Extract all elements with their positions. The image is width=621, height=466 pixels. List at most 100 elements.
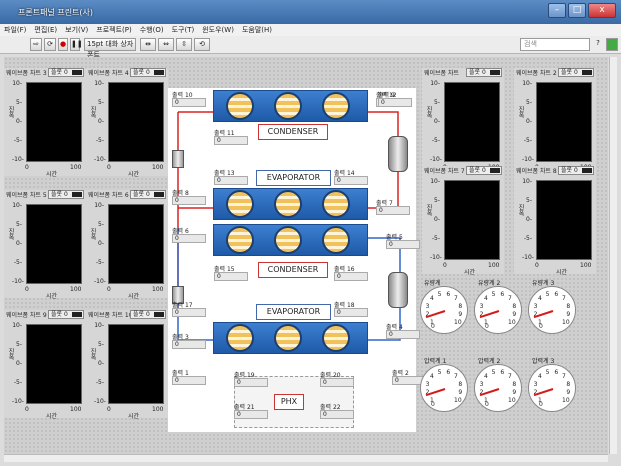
chart-legend[interactable]: 플롯 0	[558, 68, 594, 77]
gauge-tick: 8	[566, 302, 571, 310]
resize-icon[interactable]: ⇳	[176, 38, 192, 51]
chart-title: 웨이브폼 차트 10	[88, 312, 133, 319]
chart-plot-area[interactable]	[108, 82, 164, 162]
window-title: 프론트패널 프린트(사)	[18, 8, 94, 17]
menu-bar: 파일(F) 편집(E) 보기(V) 프로젝트(P) 수행(O) 도구(T) 윈도우(W) 도움…	[0, 24, 621, 36]
font-select[interactable]: 15pt 대화 상자 폰트	[84, 38, 136, 59]
legend-label: 플롯 0	[51, 311, 68, 318]
chart-plot-area[interactable]	[108, 204, 164, 284]
waveform-chart[interactable]: 웨이브폼 차트플롯 0진폭10-5-0--5--10-0100시간	[422, 68, 504, 178]
waveform-chart[interactable]: 웨이브폼 차트 5 플롯 0 진폭 10- 5- 0- -5- -10- 0 100 시간	[4, 190, 86, 300]
gauge-tick: 6	[500, 290, 505, 298]
chart-legend[interactable]: 플롯 0	[466, 68, 502, 77]
chart-title: 웨이브폼 차트 2	[516, 70, 557, 77]
gauge-tick: 5	[437, 368, 442, 376]
gauge-tick: 10	[562, 319, 570, 327]
chart-title: 웨이브폼 차트 9	[6, 312, 47, 319]
menu-tools[interactable]: 도구(T)	[168, 24, 199, 36]
phx-label: PHX	[274, 394, 304, 410]
chart-legend[interactable]: 플롯 0	[466, 166, 502, 175]
vertical-scrollbar[interactable]	[609, 57, 617, 454]
help-icon[interactable]: ?	[592, 38, 604, 51]
chart-title: 웨이브폼 차트 6	[88, 192, 129, 199]
y-tick: 5-	[434, 197, 440, 204]
output-value: 0	[172, 376, 206, 385]
output-value: 0	[334, 272, 368, 281]
y-tick: -5-	[13, 379, 22, 386]
x-tick: 100	[488, 262, 500, 269]
y-tick: 10-	[12, 202, 22, 209]
align-icon[interactable]: ⇹	[140, 38, 156, 51]
abort-icon[interactable]: ●	[58, 38, 68, 51]
gauge-tick: 5	[545, 368, 550, 376]
waveform-chart[interactable]: 웨이브폼 차트 4 플롯 0 진폭 10- 5- 0- -5- -10- 0 100 시간	[86, 68, 168, 178]
distribute-icon[interactable]: ⇔	[158, 38, 174, 51]
y-tick: 10-	[12, 80, 22, 87]
chart-plot-area[interactable]	[108, 324, 164, 404]
chart-plot-area[interactable]	[536, 180, 592, 260]
waveform-chart[interactable]: 웨이브폼 차트 10 플롯 0 진폭 10- 5- 0- -5- -10- 0 100 시간	[86, 310, 168, 420]
gauge-tick: 0	[485, 323, 489, 330]
menu-operate[interactable]: 수행(O)	[136, 24, 168, 36]
waveform-chart[interactable]: 웨이브폼 차트 8 플롯 0 진폭 10- 5- 0- -5- -10- 0 100 시간	[514, 166, 596, 276]
pause-icon[interactable]: ❚❚	[70, 38, 83, 51]
chart-plot-area[interactable]	[444, 82, 500, 162]
condenser-label-2: CONDENSER	[258, 262, 328, 278]
output-value: 0	[214, 176, 248, 185]
chart-plot-area[interactable]	[26, 82, 82, 162]
run-continuous-icon[interactable]: ⟳	[44, 38, 56, 51]
y-tick: 10-	[522, 80, 532, 87]
chart-plot-area[interactable]	[26, 324, 82, 404]
menu-file[interactable]: 파일(F)	[0, 24, 30, 36]
waveform-chart[interactable]: 웨이브폼 차트 7 플롯 0 진폭 10- 5- 0- -5- -10- 0 100 시간	[422, 166, 504, 276]
menu-edit[interactable]: 편집(E)	[30, 24, 61, 36]
menu-window[interactable]: 윈도우(W)	[198, 24, 238, 36]
minimize-button[interactable]: –	[548, 3, 566, 18]
x-tick: 0	[535, 262, 539, 269]
gauge-tick: 8	[566, 380, 571, 388]
legend-swatch	[72, 192, 82, 197]
chart-legend[interactable]: 플롯 0	[48, 190, 84, 199]
labview-window: 프론트패널 프린트(사) – □ x 파일(F) 편집(E) 보기(V) 프로젝트(P…	[0, 0, 621, 466]
output-value: 0	[386, 240, 420, 249]
x-tick: 100	[70, 286, 82, 293]
legend-label: 플롯 0	[469, 167, 486, 174]
chart-y-label: 진폭	[7, 106, 14, 118]
run-arrow-icon[interactable]: ⇨	[30, 38, 42, 51]
chart-plot-area[interactable]	[26, 204, 82, 284]
maximize-button[interactable]: □	[568, 3, 586, 18]
chart-plot-area[interactable]	[444, 180, 500, 260]
output-value: 0	[172, 98, 206, 107]
chart-legend[interactable]: 플롯 0	[48, 68, 84, 77]
menu-help[interactable]: 도움말(H)	[238, 24, 276, 36]
chart-legend[interactable]: 플롯 0	[48, 310, 84, 319]
reorder-icon[interactable]: ⟲	[194, 38, 210, 51]
chart-legend[interactable]: 플롯 0	[130, 68, 166, 77]
chart-plot-area[interactable]	[536, 82, 592, 162]
menu-project[interactable]: 프로젝트(P)	[92, 24, 135, 36]
menu-view[interactable]: 보기(V)	[61, 24, 92, 36]
chart-y-label: 진폭	[89, 228, 96, 240]
coil-icon	[226, 324, 254, 352]
legend-swatch	[72, 312, 82, 317]
gauge-tick: 4	[537, 372, 542, 380]
chart-legend[interactable]: 플롯 0	[130, 190, 166, 199]
close-button[interactable]: x	[588, 3, 616, 18]
y-tick: 10-	[94, 322, 104, 329]
output-value: 0	[214, 136, 248, 145]
compressor-icon	[388, 272, 408, 308]
waveform-chart[interactable]: 웨이브폼 차트 9 플롯 0 진폭 10- 5- 0- -5- -10- 0 100 시간	[4, 310, 86, 420]
waveform-chart[interactable]: 웨이브폼 차트 3 플롯 0 진폭 10- 5- 0- -5- -10- 0 100 시간	[4, 68, 86, 178]
horizontal-scrollbar[interactable]	[4, 454, 608, 462]
search-input[interactable]: 검색	[520, 38, 590, 51]
x-tick: 100	[152, 406, 164, 413]
gauge-tick: 10	[508, 319, 516, 327]
coil-icon	[226, 92, 254, 120]
chart-title: 웨이브폼 차트 5	[6, 192, 47, 199]
chart-legend[interactable]: 플롯 0	[130, 310, 166, 319]
chart-title: 웨이브폼 차트 3	[6, 70, 47, 77]
system-diagram: CONDENSER EVAPORATOR CONDENSER EVAPORATO…	[168, 88, 426, 432]
waveform-chart[interactable]: 웨이브폼 차트 6 플롯 0 진폭 10- 5- 0- -5- -10- 0 100 시간	[86, 190, 168, 300]
chart-legend[interactable]: 플롯 0	[558, 166, 594, 175]
waveform-chart[interactable]: 웨이브폼 차트 2플롯 0진폭10-5-0--5--10-0100시간	[514, 68, 596, 178]
